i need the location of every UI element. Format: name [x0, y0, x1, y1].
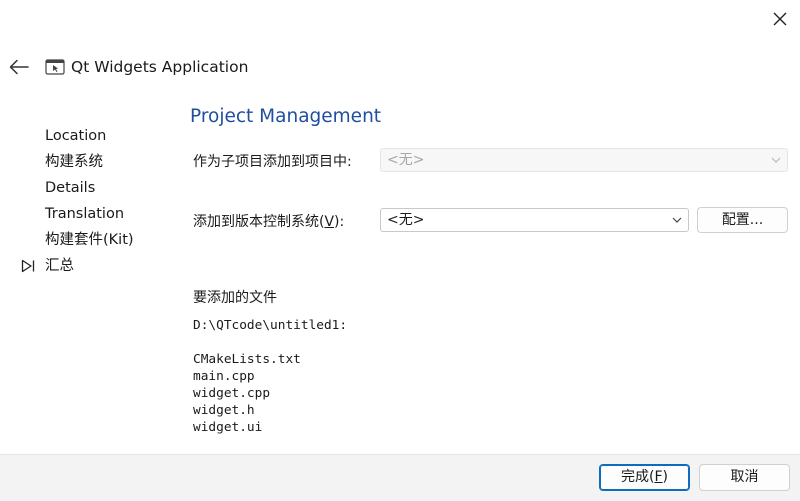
cancel-button[interactable]: 取消 [699, 464, 790, 491]
back-button[interactable] [6, 54, 32, 80]
file-item: widget.cpp [193, 386, 271, 401]
close-icon [773, 12, 787, 26]
step-kits[interactable]: 构建套件(Kit) [45, 227, 134, 253]
vcs-value: <无> [387, 212, 425, 228]
file-item: widget.ui [193, 420, 263, 435]
subproject-value: <无> [387, 152, 425, 168]
files-heading: 要添加的文件 [193, 290, 277, 306]
wizard-title: Qt Widgets Application [71, 58, 249, 76]
subproject-combobox[interactable]: <无> [380, 148, 788, 172]
application-window-icon [45, 59, 65, 75]
file-item: widget.h [193, 403, 255, 418]
subproject-label: 作为子项目添加到项目中: [193, 154, 352, 170]
files-directory: D:\QTcode\untitled1: [193, 318, 348, 333]
configure-button[interactable]: 配置... [697, 207, 788, 233]
vcs-label: 添加到版本控制系统(V): [193, 214, 345, 230]
chevron-down-icon [771, 157, 781, 163]
finish-button[interactable]: 完成(F) [599, 464, 690, 491]
file-item: main.cpp [193, 369, 255, 384]
step-details[interactable]: Details [45, 175, 134, 201]
files-spacer [193, 334, 347, 351]
step-build-system[interactable]: 构建系统 [45, 149, 134, 175]
step-location[interactable]: Location [45, 123, 134, 149]
step-summary-label: 汇总 [45, 258, 74, 274]
vcs-combobox[interactable]: <无> [380, 208, 689, 232]
step-summary[interactable]: 汇总 [21, 253, 134, 279]
back-arrow-icon [9, 59, 29, 75]
chevron-down-icon [672, 217, 682, 223]
finish-mnemonic: F [654, 469, 663, 485]
page-title: Project Management [190, 106, 382, 127]
step-translation[interactable]: Translation [45, 201, 134, 227]
close-button[interactable] [764, 4, 796, 34]
file-item: CMakeLists.txt [193, 352, 301, 367]
current-step-icon [21, 259, 35, 273]
files-list: D:\QTcode\untitled1: CMakeLists.txt main… [193, 317, 347, 436]
wizard-steps: Location 构建系统 Details Translation 构建套件(K… [21, 123, 134, 279]
vcs-mnemonic: V [324, 214, 335, 230]
